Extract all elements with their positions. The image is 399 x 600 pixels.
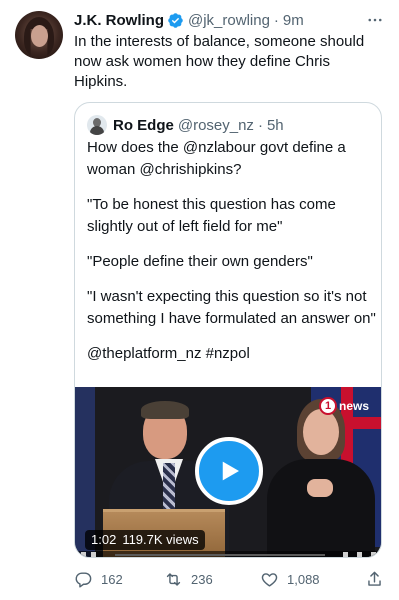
author-avatar[interactable]: [15, 11, 63, 59]
quote-paragraph: "To be honest this question has come sli…: [87, 196, 336, 235]
speaker-hair: [141, 401, 189, 419]
more-horizontal-icon[interactable]: [365, 10, 385, 30]
video-controls[interactable]: [75, 551, 381, 557]
settings-icon[interactable]: [357, 552, 362, 557]
retweet-icon: [166, 572, 181, 586]
quote-separator-dot: ·: [257, 116, 263, 134]
share-button[interactable]: [365, 566, 384, 592]
author-handle[interactable]: @jk_rowling: [188, 12, 270, 29]
share-icon: [368, 571, 381, 586]
reply-icon: [75, 571, 92, 587]
interpreter-body: [267, 459, 375, 557]
quote-author-handle[interactable]: @rosey_nz: [178, 117, 254, 134]
captions-icon[interactable]: [343, 552, 348, 557]
quote-text: How does the @nzlabour govt define a wom…: [87, 137, 377, 378]
quote-timestamp[interactable]: 5h: [267, 117, 284, 134]
play-icon[interactable]: [195, 437, 263, 505]
interpreter-hand: [307, 479, 333, 497]
separator-dot: ·: [273, 11, 279, 29]
quote-author-name[interactable]: Ro Edge: [113, 117, 174, 134]
verified-badge-icon: [167, 12, 184, 29]
channel-logo: 1 news: [319, 397, 369, 415]
quote-paragraph: @theplatform_nz #nzpol: [87, 345, 250, 362]
quote-paragraph: "I wasn't expecting this question so it'…: [87, 288, 376, 327]
interpreter-head: [303, 409, 339, 455]
quote-author-avatar[interactable]: [87, 115, 107, 135]
quote-paragraph: How does the @nzlabour govt define a wom…: [87, 139, 346, 178]
quote-header: Ro Edge @rosey_nz · 5h: [87, 115, 284, 135]
video-scrubber[interactable]: [115, 554, 325, 556]
retweet-button[interactable]: 236: [164, 566, 213, 592]
like-count: 1,088: [287, 571, 320, 587]
quote-avatar-body: [90, 126, 104, 135]
tweet-text: In the interests of balance, someone sho…: [74, 33, 365, 90]
tweet-header: J.K. Rowling @jk_rowling · 9m: [74, 10, 304, 30]
heart-icon: [261, 572, 278, 587]
quoted-tweet[interactable]: Ro Edge @rosey_nz · 5h How does the @nzl…: [74, 102, 382, 558]
channel-badge: 1: [319, 397, 337, 415]
tweet[interactable]: J.K. Rowling @jk_rowling · 9m In the int…: [0, 0, 399, 600]
play-control-icon[interactable]: [81, 552, 86, 557]
video-views: 119.7K views: [122, 532, 199, 547]
retweet-count: 236: [191, 571, 213, 587]
avatar-face: [31, 25, 48, 47]
interpreter-figure: [261, 399, 375, 557]
reply-count: 162: [101, 571, 123, 587]
author-name[interactable]: J.K. Rowling: [74, 12, 164, 29]
fullscreen-icon[interactable]: [371, 552, 376, 557]
video-player[interactable]: 1 news 1:02 119.7K views: [75, 387, 381, 557]
channel-word: news: [339, 399, 370, 413]
quote-paragraph: "People define their own genders": [87, 253, 313, 270]
tweet-timestamp[interactable]: 9m: [283, 12, 304, 29]
video-duration: 1:02: [91, 532, 117, 547]
tweet-actions: 162 236 1,088: [74, 566, 394, 592]
reply-button[interactable]: 162: [74, 566, 123, 592]
volume-icon[interactable]: [91, 552, 96, 557]
video-duration-badge: 1:02 119.7K views: [85, 530, 205, 550]
like-button[interactable]: 1,088: [260, 566, 320, 592]
